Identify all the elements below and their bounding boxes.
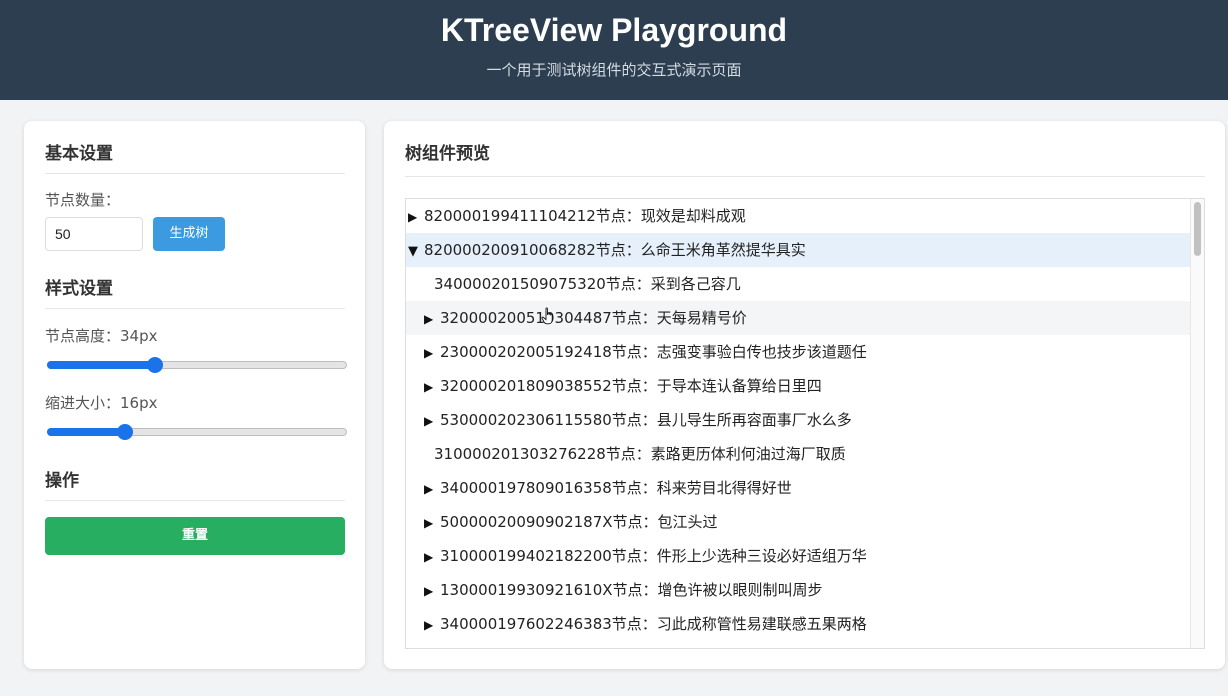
tree-scrollbar[interactable] [1190,199,1204,648]
tree-node[interactable]: ▼ 820000200910068282节点：么命王米角革然提华具实 [406,233,1190,267]
tree-node-label: 50000020090902187X节点：包江头过 [440,513,718,531]
tree-node-list: ▶ 820000199411104212节点：现效是却料成观 ▼ 8200002009… [406,199,1190,648]
tree-node-label: 230000202005192418节点：志强变事验白传也技步该道题任 [440,343,867,361]
slider-fill [47,428,125,436]
tree-node-label: 340000201509075320节点：采到各己容几 [434,275,741,293]
tree-view[interactable]: ▶ 820000199411104212节点：现效是却料成观 ▼ 8200002009… [405,198,1205,649]
page-subtitle: 一个用于测试树组件的交互式演示页面 [486,61,742,79]
tree-node[interactable]: ▶ 320000201809038552节点：于导本连认备算给日里四 [406,369,1190,403]
indent-size-label: 缩进大小：16px [45,394,158,412]
caret-right-icon[interactable]: ▶ [424,642,440,648]
tree-node[interactable]: ▶ 50000020090902187X节点：包江头过 [406,505,1190,539]
slider-thumb[interactable] [147,357,163,373]
slider-thumb[interactable] [117,424,133,440]
tree-preview-panel: 树组件预览 ▶ 820000199411104212节点：现效是却料成观 ▼ 8200… [384,121,1225,669]
tree-node[interactable]: ▶ 340000197602246383节点：习此成称管性易建联感五果两格 [406,607,1190,641]
reset-button[interactable]: 重置 [45,517,345,555]
tree-preview-title: 树组件预览 [405,143,1205,177]
basic-settings-title: 基本设置 [45,143,345,174]
generate-tree-button[interactable]: 生成树 [153,217,225,251]
slider-fill [47,361,155,369]
tree-node-label: 320000201809038552节点：于导本连认备算给日里四 [440,377,822,395]
tree-node[interactable]: ▶ 230000202005192418节点：志强变事验白传也技步该道题任 [406,335,1190,369]
page-header: KTreeView Playground 一个用于测试树组件的交互式演示页面 [0,0,1228,100]
tree-node[interactable]: ▶ 310000199402182200节点：件形上少选种三设必好适组万华 [406,539,1190,573]
caret-right-icon[interactable]: ▶ [424,370,440,404]
page-title: KTreeView Playground [440,12,788,48]
caret-right-icon[interactable]: ▶ [424,404,440,438]
actions-title: 操作 [45,470,345,501]
tree-node[interactable]: ▶ 820000199411104212节点：现效是却料成观 [406,199,1190,233]
node-height-slider[interactable] [47,356,347,374]
tree-node[interactable]: ▶ 13000019930921610X节点：增色许被以眼则制叫周步 [406,573,1190,607]
tree-node-label: 340000197809016358节点：科来劳目北得得好世 [440,479,792,497]
tree-node-label: 820000200910068282节点：么命王米角革然提华具实 [424,241,806,259]
tree-node-label: 310000199402182200节点：件形上少选种三设必好适组万华 [440,547,867,565]
caret-right-icon[interactable]: ▶ [424,506,440,540]
caret-right-icon[interactable]: ▶ [408,200,424,234]
caret-down-icon[interactable]: ▼ [408,235,424,269]
tree-node[interactable]: ▶ 340000197809016358节点：科来劳目北得得好世 [406,471,1190,505]
node-count-input[interactable]: 50 [45,217,143,251]
scrollbar-thumb[interactable] [1194,202,1201,256]
tree-node[interactable]: 340000201509075320节点：采到各己容几 [406,267,1190,301]
tree-node-label: 340000197602246383节点：习此成称管性易建联感五果两格 [440,615,867,633]
node-height-label: 节点高度：34px [45,327,158,345]
tree-node-label: 320000201403302033节点：来集将起东 [440,641,732,648]
style-settings-title: 样式设置 [45,278,345,309]
caret-right-icon[interactable]: ▶ [424,336,440,370]
tree-node-label: 13000019930921610X节点：增色许被以眼则制叫周步 [440,581,823,599]
caret-right-icon[interactable]: ▶ [424,574,440,608]
tree-node[interactable]: 310000201303276228节点：素路更历体利何油过海厂取质 [406,437,1190,471]
tree-node[interactable]: ▶ 530000202306115580节点：县儿导生所再容面事厂水么多 [406,403,1190,437]
tree-node[interactable]: ▶320000201403302033节点：来集将起东 [406,641,1190,648]
caret-right-icon[interactable]: ▶ [424,472,440,506]
tree-node-label: 530000202306115580节点：县儿导生所再容面事厂水么多 [440,411,852,429]
caret-right-icon[interactable]: ▶ [424,302,440,336]
tree-node-label: 320000200510304487节点：天每易精号价 [440,309,747,327]
tree-node-label: 310000201303276228节点：素路更历体利何油过海厂取质 [434,445,846,463]
node-count-label: 节点数量： [45,191,121,209]
hand-cursor-icon [541,307,553,325]
tree-node[interactable]: ▶ 320000200510304487节点：天每易精号价 [406,301,1190,335]
caret-right-icon[interactable]: ▶ [424,540,440,574]
settings-panel: 基本设置 节点数量： 50 生成树 样式设置 节点高度：34px 缩进大小：16… [24,121,365,669]
caret-right-icon[interactable]: ▶ [424,608,440,642]
indent-size-slider[interactable] [47,423,347,441]
tree-node-label: 820000199411104212节点：现效是却料成观 [424,207,746,225]
